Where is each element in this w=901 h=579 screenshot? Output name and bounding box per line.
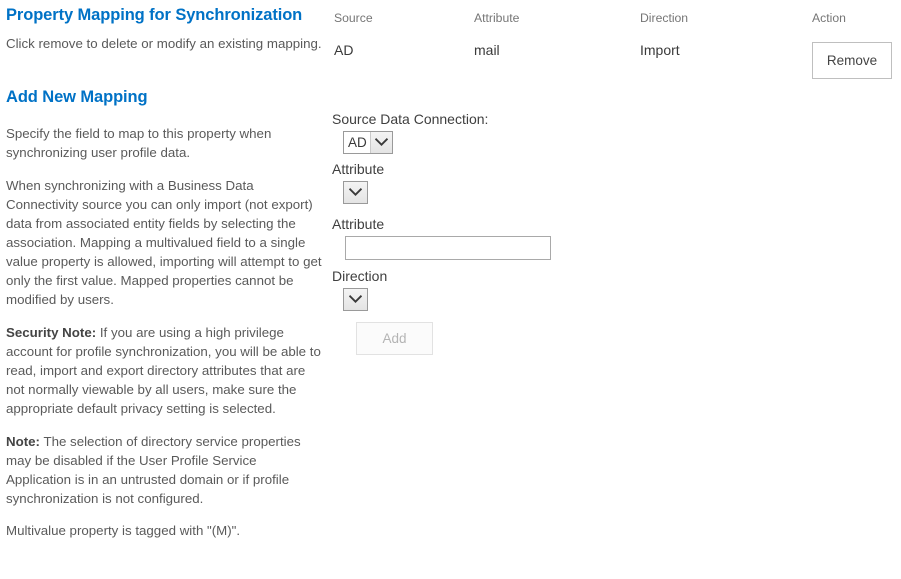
existing-mappings-table: Source Attribute Direction Action AD mai… (334, 0, 894, 79)
chevron-down-icon (344, 182, 367, 203)
source-data-connection-select[interactable]: AD (343, 131, 393, 154)
note-label: Note: (6, 434, 40, 449)
existing-mappings-table-area: Source Attribute Direction Action AD mai… (334, 0, 894, 79)
add-button[interactable]: Add (356, 322, 433, 355)
label-attribute-select: Attribute (332, 161, 385, 177)
left-description-column: Property Mapping for Synchronization Cli… (6, 0, 324, 540)
add-mapping-paragraph-1: Specify the field to map to this propert… (6, 126, 272, 160)
add-mapping-paragraph-2: When synchronizing with a Business Data … (6, 178, 322, 307)
security-note-paragraph: Security Note: If you are using a high p… (6, 323, 324, 418)
direction-select[interactable] (343, 288, 368, 311)
note-text: The selection of directory service prope… (6, 434, 301, 506)
label-direction: Direction (332, 268, 388, 284)
attribute-select[interactable] (343, 181, 368, 204)
security-note-label: Security Note: (6, 325, 97, 340)
add-new-mapping-title: Add New Mapping (6, 88, 148, 106)
cell-attribute: mail (474, 42, 500, 58)
add-new-mapping-form: Source Data Connection: AD Attribute Att… (332, 110, 632, 355)
table-header-row: Source Attribute Direction Action (334, 0, 894, 25)
cell-source: AD (334, 42, 354, 58)
field-source-data-connection: Source Data Connection: AD (332, 110, 632, 154)
label-attribute-text: Attribute (332, 216, 385, 232)
cell-action: Remove (812, 25, 894, 79)
field-direction: Direction (332, 267, 632, 315)
cell-direction: Import (640, 42, 680, 58)
column-header-direction: Direction (640, 11, 689, 25)
property-mapping-description: Click remove to delete or modify an exis… (6, 36, 322, 51)
note-paragraph: Note: The selection of directory service… (6, 432, 324, 508)
label-source-data-connection: Source Data Connection: (332, 111, 489, 127)
remove-button[interactable]: Remove (812, 42, 892, 79)
chevron-down-icon (369, 132, 392, 153)
page-title: Property Mapping for Synchronization (6, 6, 303, 24)
field-attribute-select: Attribute (332, 160, 632, 208)
column-header-source: Source (334, 11, 373, 25)
field-attribute-text: Attribute (332, 215, 632, 260)
chevron-down-icon (344, 289, 367, 310)
property-mapping-page: Property Mapping for Synchronization Cli… (0, 0, 901, 579)
column-header-action: Action (812, 11, 846, 25)
multivalue-note: Multivalue property is tagged with "(M)"… (6, 523, 241, 538)
attribute-text-input[interactable] (345, 236, 551, 260)
table-row: AD mail Import Remove (334, 25, 894, 79)
source-data-connection-value: AD (348, 135, 367, 150)
column-header-attribute: Attribute (474, 11, 520, 25)
